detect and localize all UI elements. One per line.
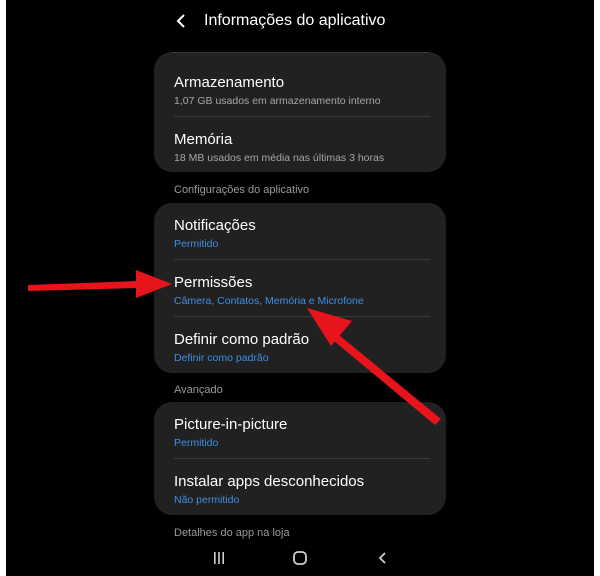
item-title: Permissões <box>174 274 253 291</box>
item-subtitle: Não permitido <box>174 494 240 506</box>
item-subtitle: 18 MB usados em média nas últimas 3 hora… <box>174 152 385 164</box>
divider <box>174 316 430 317</box>
list-item-unknown-apps[interactable]: Instalar apps desconhecidos Não permitid… <box>174 473 430 507</box>
phone-screen: Informações do aplicativo Armazenamento … <box>0 0 600 576</box>
home-icon[interactable] <box>285 548 315 568</box>
item-title: Picture-in-picture <box>174 416 288 433</box>
navigation-bar <box>154 540 446 576</box>
config-card: Notificações Permitido Permissões Câmera… <box>154 203 446 373</box>
list-item-memory[interactable]: Memória 18 MB usados em média nas última… <box>174 131 430 165</box>
divider <box>174 116 430 117</box>
section-label-config: Configurações do aplicativo <box>174 184 310 196</box>
card-divider <box>172 52 428 53</box>
item-subtitle: Permitido <box>174 437 219 449</box>
image-border-left <box>0 0 6 576</box>
list-item-storage[interactable]: Armazenamento 1,07 GB usados em armazena… <box>174 74 430 108</box>
divider <box>174 259 430 260</box>
item-title: Notificações <box>174 217 256 234</box>
list-item-default[interactable]: Definir como padrão Definir como padrão <box>174 331 430 365</box>
item-title: Memória <box>174 131 233 148</box>
nav-back-icon[interactable] <box>368 548 398 568</box>
item-subtitle: Permitido <box>174 238 219 250</box>
item-title: Instalar apps desconhecidos <box>174 473 365 490</box>
advanced-card: Picture-in-picture Permitido Instalar ap… <box>154 402 446 515</box>
back-arrow-icon[interactable] <box>172 12 190 30</box>
page-title: Informações do aplicativo <box>204 12 386 29</box>
divider <box>174 458 430 459</box>
list-item-pip[interactable]: Picture-in-picture Permitido <box>174 416 430 450</box>
item-subtitle: Câmera, Contatos, Memória e Microfone <box>174 295 364 307</box>
item-title: Definir como padrão <box>174 331 310 348</box>
app-bar: Informações do aplicativo <box>172 8 385 34</box>
item-subtitle: Definir como padrão <box>174 352 269 364</box>
section-label-store: Detalhes do app na loja <box>174 527 290 539</box>
item-subtitle: 1,07 GB usados em armazenamento interno <box>174 95 381 107</box>
recent-apps-icon[interactable] <box>204 548 234 568</box>
section-label-advanced: Avançado <box>174 384 223 396</box>
list-item-notifications[interactable]: Notificações Permitido <box>174 217 430 251</box>
item-title: Armazenamento <box>174 74 285 91</box>
list-item-permissions[interactable]: Permissões Câmera, Contatos, Memória e M… <box>174 274 430 308</box>
image-border-right <box>594 0 600 576</box>
storage-card: Armazenamento 1,07 GB usados em armazena… <box>154 52 446 172</box>
